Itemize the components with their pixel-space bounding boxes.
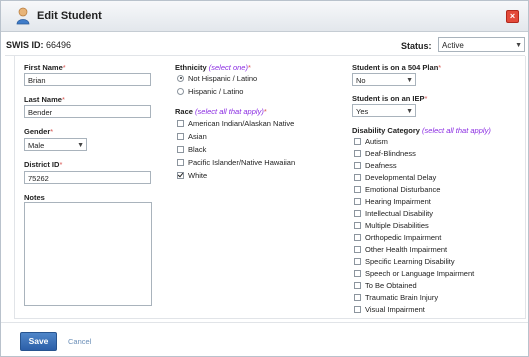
checkbox[interactable]: [177, 158, 184, 166]
swis-id: SWIS ID: 66496: [6, 40, 71, 50]
footer-divider: [1, 322, 528, 323]
gender-select[interactable]: Male ▼: [24, 138, 87, 151]
disability-option[interactable]: Orthopedic Impairment: [354, 233, 441, 242]
required-marker: *: [263, 107, 267, 116]
checkbox[interactable]: [354, 161, 361, 169]
required-marker: *: [62, 63, 66, 72]
notes-label: Notes: [24, 193, 45, 202]
chevron-down-icon: ▼: [406, 108, 413, 115]
required-marker: *: [247, 63, 251, 72]
disability-option[interactable]: Hearing Impairment: [354, 197, 431, 206]
race-option[interactable]: Black: [177, 145, 206, 154]
radio-selected[interactable]: [177, 74, 184, 82]
chevron-down-icon: ▼: [406, 77, 413, 84]
disability-option[interactable]: Traumatic Brain Injury: [354, 293, 438, 302]
ethnicity-option[interactable]: Hispanic / Latino: [177, 87, 243, 96]
dialog-title: Edit Student: [37, 10, 102, 22]
race-option[interactable]: American Indian/Alaskan Native: [177, 119, 294, 128]
checkbox[interactable]: [354, 305, 361, 313]
iep-value: Yes: [356, 107, 369, 116]
radio[interactable]: [177, 87, 184, 95]
disability-option[interactable]: Autism: [354, 137, 388, 146]
checkbox[interactable]: [354, 257, 361, 265]
required-marker: *: [61, 95, 65, 104]
disability-option[interactable]: Deafness: [354, 161, 397, 170]
cancel-link[interactable]: Cancel: [68, 337, 91, 346]
district-id-label: District ID*: [24, 160, 63, 169]
checkbox[interactable]: [177, 145, 184, 153]
checkbox[interactable]: [354, 221, 361, 229]
required-marker: *: [424, 94, 428, 103]
plan504-value: No: [356, 76, 366, 85]
checkbox[interactable]: [354, 281, 361, 289]
disability-option[interactable]: To Be Obtained: [354, 281, 417, 290]
gender-value: Male: [28, 141, 45, 150]
disability-option[interactable]: Other Health Impairment: [354, 245, 447, 254]
checkbox[interactable]: [354, 137, 361, 145]
save-button[interactable]: Save: [20, 332, 57, 351]
first-name-field[interactable]: Brian: [24, 73, 151, 86]
close-icon[interactable]: ×: [506, 10, 519, 23]
district-id-field[interactable]: 75262: [24, 171, 151, 184]
checkbox[interactable]: [354, 197, 361, 205]
required-marker: *: [438, 63, 442, 72]
checkbox[interactable]: [354, 209, 361, 217]
disability-option[interactable]: Developmental Delay: [354, 173, 436, 182]
gender-label: Gender*: [24, 127, 54, 136]
checkbox[interactable]: [354, 173, 361, 181]
checkbox[interactable]: [354, 185, 361, 193]
checkbox[interactable]: [354, 245, 361, 253]
disability-label: Disability Category (select all that app…: [352, 126, 491, 135]
swis-id-label: SWIS ID:: [6, 40, 44, 50]
swis-id-value: 66496: [46, 40, 72, 50]
required-marker: *: [50, 127, 54, 136]
student-icon: [16, 7, 30, 25]
checkbox[interactable]: [177, 132, 184, 140]
chevron-down-icon: ▼: [515, 42, 522, 49]
status-value: Active: [442, 41, 464, 50]
checkbox[interactable]: [354, 233, 361, 241]
ethnicity-option[interactable]: Not Hispanic / Latino: [177, 74, 257, 83]
checkbox[interactable]: [354, 269, 361, 277]
edit-student-dialog: Edit Student × SWIS ID: 66496 Status: Ac…: [0, 0, 529, 357]
status-label: Status:: [401, 41, 432, 51]
plan504-label: Student is on a 504 Plan*: [352, 63, 442, 72]
checkbox[interactable]: [354, 149, 361, 157]
checkbox[interactable]: [354, 293, 361, 301]
chevron-down-icon: ▼: [77, 142, 84, 149]
race-label: Race (select all that apply)*: [175, 107, 267, 116]
race-option[interactable]: White: [177, 171, 207, 180]
ethnicity-label: Ethnicity (select one)*: [175, 63, 251, 72]
notes-textarea[interactable]: [24, 202, 152, 306]
disability-option[interactable]: Speech or Language Impairment: [354, 269, 474, 278]
status-select[interactable]: Active ▼: [438, 37, 525, 52]
required-marker: *: [59, 160, 63, 169]
checkbox-checked[interactable]: [177, 171, 184, 179]
first-name-label: First Name*: [24, 63, 66, 72]
race-option[interactable]: Pacific Islander/Native Hawaiian: [177, 158, 295, 167]
disability-option[interactable]: Intellectual Disability: [354, 209, 433, 218]
disability-option[interactable]: Visual Impairment: [354, 305, 425, 314]
iep-label: Student is on an IEP*: [352, 94, 428, 103]
disability-option[interactable]: Emotional Disturbance: [354, 185, 440, 194]
checkbox[interactable]: [177, 119, 184, 127]
disability-option[interactable]: Multiple Disabilities: [354, 221, 429, 230]
plan504-select[interactable]: No ▼: [352, 73, 416, 86]
last-name-label: Last Name*: [24, 95, 65, 104]
dialog-titlebar: Edit Student ×: [1, 1, 528, 32]
last-name-field[interactable]: Bender: [24, 105, 151, 118]
race-option[interactable]: Asian: [177, 132, 207, 141]
disability-option[interactable]: Deaf-Blindness: [354, 149, 416, 158]
iep-select[interactable]: Yes ▼: [352, 104, 416, 117]
disability-option[interactable]: Specific Learning Disability: [354, 257, 455, 266]
